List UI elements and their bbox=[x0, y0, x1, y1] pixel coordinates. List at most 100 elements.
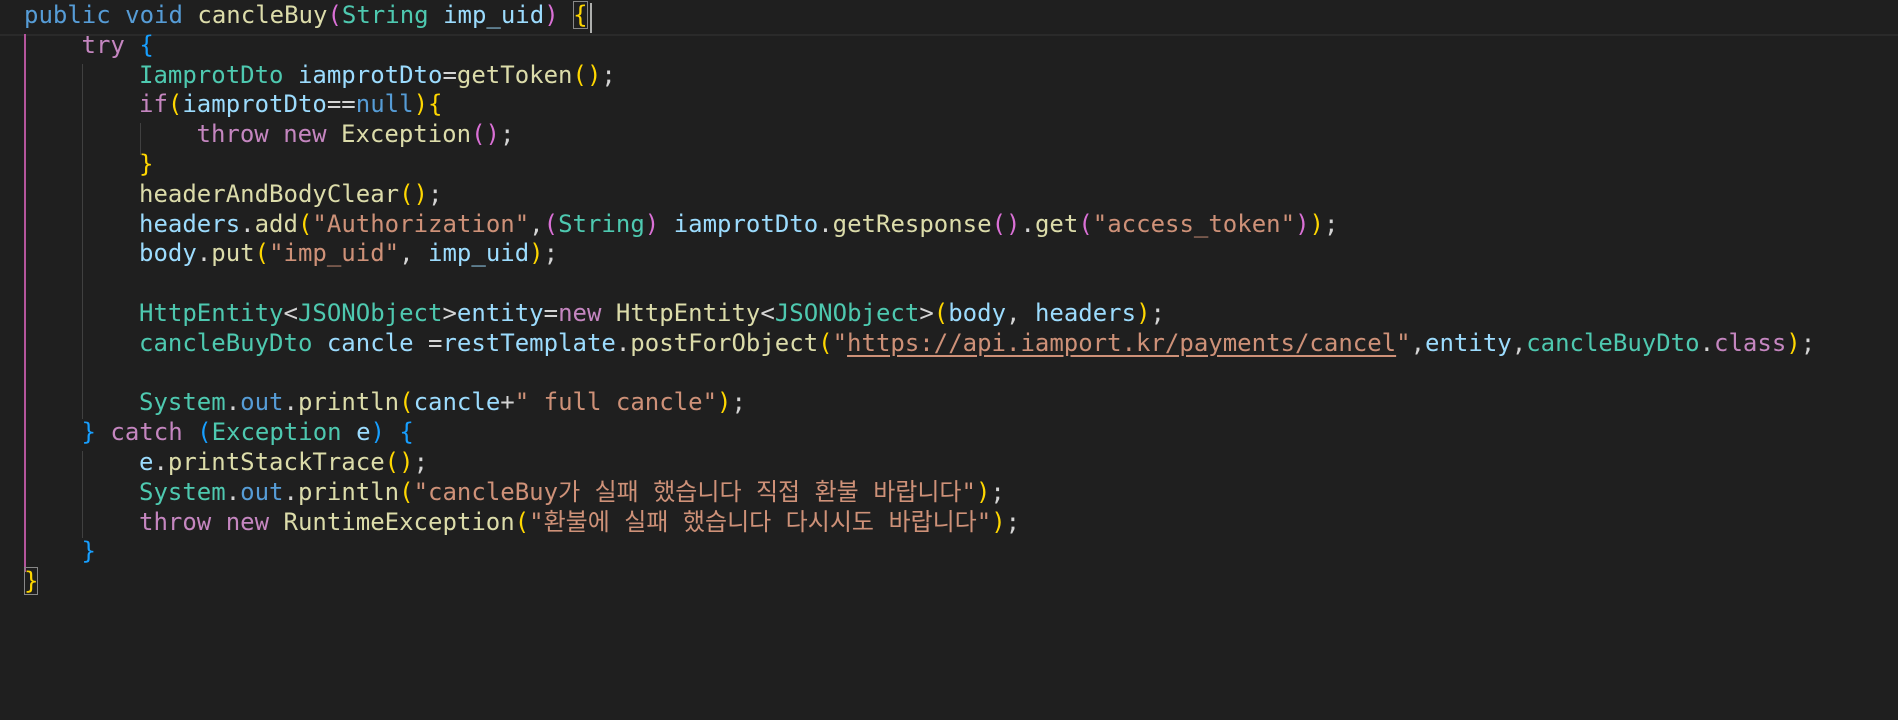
code-token: JSONObject bbox=[297, 299, 443, 327]
code-token: ; bbox=[601, 60, 616, 89]
code-token: . bbox=[818, 209, 833, 238]
code-token: . bbox=[1699, 328, 1715, 357]
code-token: headers bbox=[139, 209, 241, 238]
code-line[interactable]: body.put("imp_uid", imp_uid); bbox=[139, 235, 558, 271]
code-token: System bbox=[139, 388, 226, 417]
code-token: "access_token" bbox=[1092, 209, 1296, 238]
code-token: () bbox=[399, 179, 428, 208]
code-token: entity bbox=[456, 299, 544, 327]
code-token: IamprotDto bbox=[139, 60, 284, 89]
code-token: } bbox=[139, 150, 154, 178]
code-token: ) bbox=[1295, 209, 1310, 238]
code-token: null bbox=[355, 90, 414, 119]
code-token: JSONObject bbox=[774, 299, 920, 327]
code-token: ( bbox=[167, 90, 183, 119]
code-token: throw bbox=[139, 507, 212, 536]
code-line[interactable]: throw new Exception(); bbox=[197, 116, 515, 152]
code-token: put bbox=[211, 239, 255, 268]
code-token: throw bbox=[196, 120, 269, 149]
code-token: ) bbox=[544, 1, 559, 29]
code-token: } bbox=[24, 567, 39, 596]
code-token: , bbox=[1511, 328, 1527, 357]
code-token: imp_uid bbox=[443, 1, 545, 29]
code-token: ( bbox=[933, 299, 949, 327]
code-token: { bbox=[428, 90, 443, 119]
code-token: "Authorization" bbox=[312, 209, 530, 238]
code-token: ) bbox=[1136, 299, 1151, 327]
code-token: ; bbox=[543, 239, 559, 268]
code-token: body bbox=[948, 299, 1007, 327]
code-token: + bbox=[500, 388, 515, 417]
code-token: imp_uid bbox=[428, 239, 530, 268]
code-token: > bbox=[442, 299, 457, 327]
code-token: . bbox=[225, 388, 241, 417]
code-token: iamprotDto bbox=[182, 90, 327, 119]
code-line[interactable]: cancleBuyDto cancle =restTemplate.postFo… bbox=[139, 325, 1815, 361]
code-token: System bbox=[139, 477, 226, 506]
code-token: = bbox=[428, 328, 443, 357]
code-token: iamprotDto bbox=[673, 209, 819, 238]
code-token: () bbox=[991, 209, 1021, 238]
code-token: "환불에 실패 했습니다 다시시도 바랍니다" bbox=[529, 507, 992, 536]
code-token: cancle bbox=[326, 328, 414, 357]
code-token: ; bbox=[1150, 299, 1165, 327]
code-token: < bbox=[283, 299, 298, 327]
code-token: ) bbox=[370, 418, 385, 447]
code-token: " bbox=[1396, 328, 1411, 357]
code-token: == bbox=[326, 90, 356, 119]
active-indent-guide bbox=[24, 33, 26, 573]
code-token: } bbox=[81, 418, 96, 447]
code-token: . bbox=[283, 477, 298, 506]
code-editor[interactable]: public void cancleBuy(String imp_uid) {t… bbox=[0, 0, 1898, 720]
code-token: if bbox=[139, 90, 168, 119]
code-token: cancleBuyDto bbox=[139, 328, 313, 357]
code-token: iamprotDto bbox=[297, 60, 443, 89]
code-token: ( bbox=[399, 477, 414, 506]
code-line[interactable]: } bbox=[82, 533, 96, 569]
code-token: > bbox=[919, 299, 934, 327]
code-token: class bbox=[1714, 328, 1787, 357]
code-token: ) bbox=[413, 90, 429, 119]
code-token: . bbox=[283, 388, 298, 417]
code-token: String bbox=[341, 1, 429, 29]
code-token: { bbox=[399, 418, 414, 447]
code-token: restTemplate bbox=[442, 328, 616, 357]
code-token: HttpEntity bbox=[139, 299, 284, 327]
code-token: println bbox=[297, 477, 400, 506]
code-token: ) bbox=[529, 239, 544, 268]
code-token: ( bbox=[327, 1, 342, 29]
code-token: get bbox=[1034, 209, 1079, 238]
code-token: e bbox=[139, 448, 154, 476]
code-line[interactable]: } bbox=[24, 563, 39, 599]
code-token: . bbox=[196, 239, 212, 268]
code-token: add bbox=[254, 209, 298, 238]
code-token: , bbox=[1410, 328, 1426, 357]
code-token: cancleBuy bbox=[197, 1, 328, 29]
code-token: cancle bbox=[413, 388, 501, 417]
code-token: ; bbox=[1005, 507, 1021, 536]
code-token: ; bbox=[1800, 328, 1816, 357]
code-token: ( bbox=[297, 209, 313, 238]
code-token: } bbox=[81, 537, 96, 566]
code-token: Exception bbox=[341, 120, 472, 149]
code-token: , bbox=[399, 239, 429, 268]
code-token: getResponse bbox=[832, 209, 992, 238]
code-line[interactable]: throw new RuntimeException("환불에 실패 했습니다 … bbox=[139, 504, 1020, 540]
code-token: "imp_uid" bbox=[269, 239, 400, 268]
code-token: void bbox=[125, 1, 183, 29]
code-token: ; bbox=[1323, 209, 1339, 238]
code-token: printStackTrace bbox=[167, 448, 385, 476]
